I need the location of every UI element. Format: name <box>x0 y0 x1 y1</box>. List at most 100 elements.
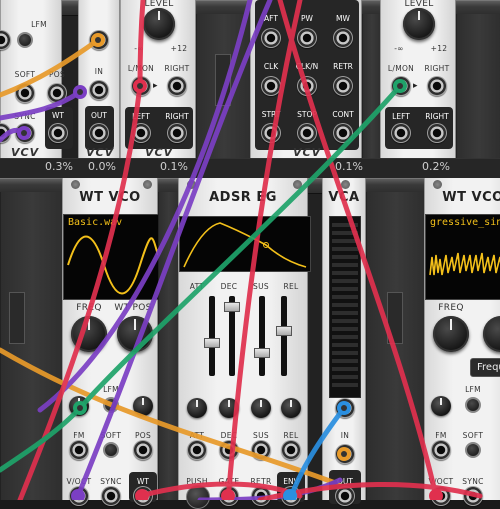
wtpos-knob[interactable] <box>483 316 500 352</box>
lfm-button[interactable] <box>465 397 481 413</box>
gate-label: STRT <box>261 110 281 119</box>
gate-jack[interactable] <box>261 28 281 48</box>
lmon-jack[interactable] <box>131 76 151 96</box>
jack[interactable] <box>15 83 35 103</box>
jack[interactable] <box>0 123 11 143</box>
lmon-label: L/MON <box>387 64 415 73</box>
freq-label: FREQ <box>76 303 102 313</box>
blank-slot <box>9 292 25 344</box>
retr-jack[interactable] <box>251 486 271 506</box>
fm-knob[interactable] <box>431 396 451 416</box>
right-out-jack[interactable] <box>427 123 447 143</box>
cv-jack[interactable] <box>89 30 109 50</box>
pos-jack[interactable] <box>133 440 153 460</box>
sus-slider[interactable] <box>259 296 265 376</box>
att-slider[interactable] <box>209 296 215 376</box>
arrow-icon: ▸ <box>413 81 418 91</box>
cpu-meter: 0.2% <box>422 160 450 173</box>
blank-panel <box>366 192 426 500</box>
att-cv-knob[interactable] <box>187 398 207 418</box>
module-title: VCA <box>328 190 360 205</box>
lfm-button[interactable] <box>17 32 33 48</box>
voct-jack[interactable] <box>69 486 89 506</box>
freq-knob[interactable] <box>71 316 107 352</box>
rel-jack[interactable] <box>281 440 301 460</box>
gate-jack[interactable] <box>261 123 281 143</box>
dec-slider-handle[interactable] <box>224 302 240 312</box>
sus-cv-knob[interactable] <box>251 398 271 418</box>
sync-jack[interactable] <box>15 123 35 143</box>
level-knob[interactable] <box>143 8 175 40</box>
gate-jack[interactable] <box>333 76 353 96</box>
freq-label: FREQ <box>438 303 464 313</box>
in-label: IN <box>94 67 104 76</box>
cv-jack[interactable] <box>335 398 355 418</box>
pos-knob[interactable] <box>133 396 153 416</box>
module-audio-top: LEVEL -∞ +12 L/MON RIGHT ▸ LEFT RIGHT VC… <box>120 0 196 159</box>
wtpos-knob[interactable] <box>117 316 153 352</box>
att-slider-handle[interactable] <box>204 338 220 348</box>
gate-jack[interactable] <box>333 28 353 48</box>
soft-button[interactable] <box>465 442 481 458</box>
lfm-button[interactable] <box>103 397 119 413</box>
module-audio-top-right: LEVEL -∞ +12 L/MON RIGHT ▸ LEFT RIGHT <box>380 0 456 158</box>
rel-cv-knob[interactable] <box>281 398 301 418</box>
sync-jack[interactable] <box>101 486 121 506</box>
gate-jack[interactable] <box>297 123 317 143</box>
module-title: WT VCO <box>442 190 500 205</box>
soft-button[interactable] <box>103 442 119 458</box>
fm-knob[interactable] <box>69 396 89 416</box>
right-jack[interactable] <box>427 76 447 96</box>
level-knob[interactable] <box>403 8 435 40</box>
push-button[interactable] <box>186 485 210 509</box>
env-jack[interactable] <box>281 486 301 506</box>
module-wtvco-1: WT VCO Basic.wav FREQ WT POS LFM FM SOFT… <box>62 178 161 506</box>
rel-slider-handle[interactable] <box>276 326 292 336</box>
wavetable-display: gressive_sin <box>425 214 500 300</box>
gate-label: MW <box>336 14 350 23</box>
in-jack[interactable] <box>335 444 355 464</box>
jack[interactable] <box>0 30 11 50</box>
gate-label: RETR <box>333 62 353 71</box>
out-jack[interactable] <box>335 486 355 506</box>
left-jack[interactable] <box>391 123 411 143</box>
sus-jack[interactable] <box>251 440 271 460</box>
lfm-label: LFM <box>465 385 481 394</box>
wt-jack[interactable] <box>48 123 68 143</box>
freq-knob[interactable] <box>433 316 469 352</box>
gate-jack[interactable] <box>333 123 353 143</box>
sync-jack[interactable] <box>463 486 483 506</box>
level-min: -∞ <box>394 44 404 53</box>
voct-jack[interactable] <box>431 486 451 506</box>
lmon-jack[interactable] <box>391 76 411 96</box>
in-jack[interactable] <box>89 80 109 100</box>
blank-slot <box>387 292 403 344</box>
gate-jack[interactable] <box>297 76 317 96</box>
att-jack[interactable] <box>187 440 207 460</box>
waveform-icon <box>67 235 159 295</box>
level-max: +12 <box>430 44 448 53</box>
out-jack[interactable] <box>89 123 109 143</box>
dec-jack[interactable] <box>219 440 239 460</box>
module-adsr: ADSR EG ATT DEC SUS REL ATT DEC SUS REL … <box>178 178 311 509</box>
blank-panel <box>158 192 180 500</box>
gate-jack[interactable] <box>297 28 317 48</box>
rel-label: REL <box>283 282 299 291</box>
rel-slider[interactable] <box>281 296 287 376</box>
left-label: LEFT <box>132 112 150 121</box>
gate-jack[interactable] <box>261 76 281 96</box>
gate-jack[interactable] <box>219 486 239 506</box>
sus-slider-handle[interactable] <box>254 348 270 358</box>
pos-jack[interactable] <box>47 83 67 103</box>
cpu-meter: 0.1% <box>335 160 363 173</box>
dec-cv-knob[interactable] <box>219 398 239 418</box>
fm-jack[interactable] <box>431 440 451 460</box>
left-jack[interactable] <box>131 123 151 143</box>
wt-jack[interactable] <box>133 486 153 506</box>
screw <box>70 179 80 189</box>
right-jack[interactable] <box>167 76 187 96</box>
fm-jack[interactable] <box>69 440 89 460</box>
right-out-jack[interactable] <box>167 123 187 143</box>
vca-level-meter[interactable] <box>329 216 361 398</box>
envelope-curve-icon <box>183 222 307 268</box>
